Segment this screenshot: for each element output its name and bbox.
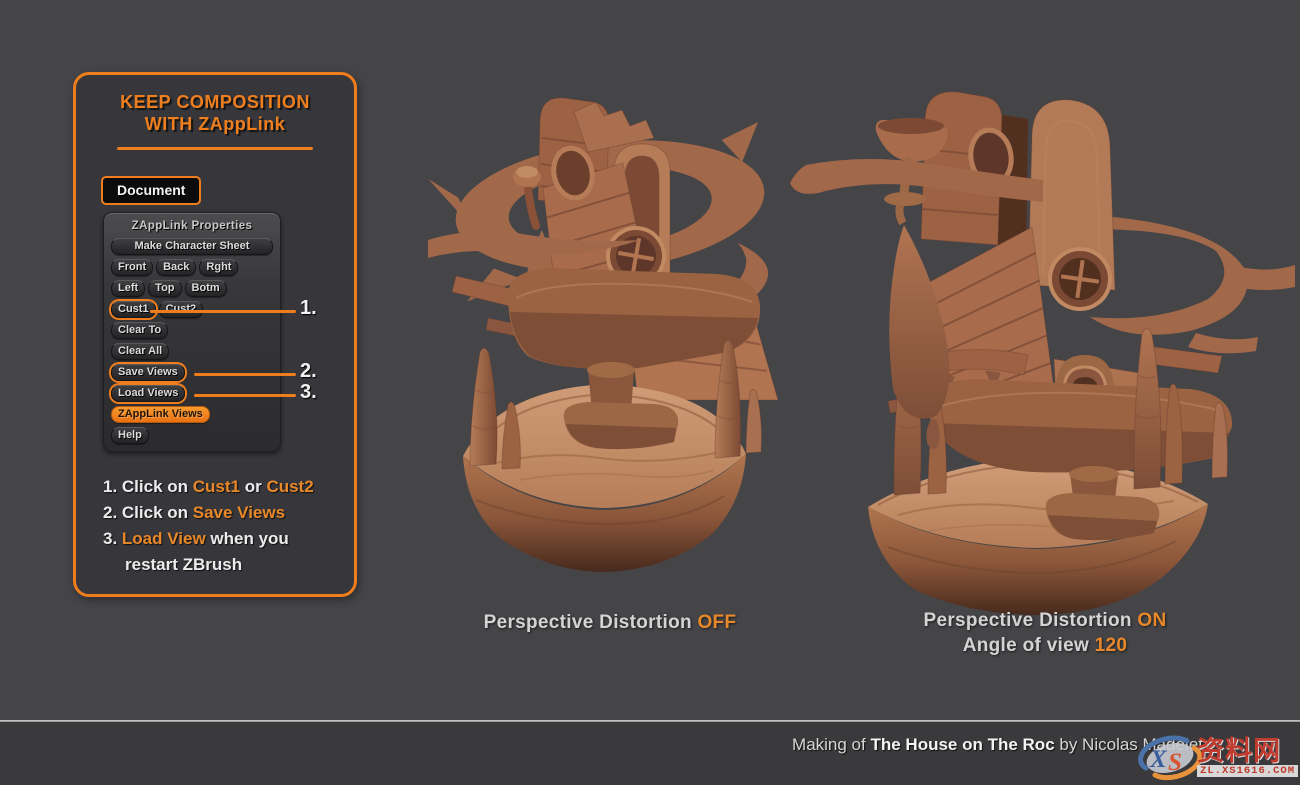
- zapplink-properties-header: ZAppLink Properties: [111, 217, 273, 238]
- annotation-number-1: 1.: [300, 297, 317, 320]
- rock-platform: [928, 379, 1232, 472]
- swirl-ring: [1088, 215, 1295, 353]
- off-value: OFF: [697, 612, 736, 633]
- annotation-number-2: 2.: [300, 360, 317, 383]
- left-button[interactable]: Left: [111, 280, 145, 297]
- load-views-button[interactable]: Load Views: [111, 385, 185, 402]
- sculpt-render-perspective-on: [788, 53, 1295, 620]
- watermark: X S 资料网 ZL.XS1616.COM: [1137, 732, 1298, 782]
- instructions: 1. Click on Cust1 or Cust2 2. Click on S…: [103, 474, 354, 578]
- top-button[interactable]: Top: [148, 280, 181, 297]
- instruction-line-4: restart ZBrush: [103, 552, 354, 578]
- front-button[interactable]: Front: [111, 259, 153, 276]
- watermark-site-url: ZL.XS1616.COM: [1197, 765, 1298, 777]
- zapplink-properties-panel: ZAppLink Properties Make Character Sheet…: [103, 212, 281, 452]
- caption-right-line2: Angle of view 120: [855, 635, 1235, 657]
- back-button[interactable]: Back: [156, 259, 196, 276]
- logo-letter-s: S: [1168, 749, 1182, 776]
- angle-value: 120: [1095, 635, 1128, 656]
- instruction-line-3: 3. Load View when you: [103, 526, 354, 552]
- annotation-number-3: 3.: [300, 381, 317, 404]
- botm-button[interactable]: Botm: [185, 280, 227, 297]
- clear-all-button[interactable]: Clear All: [111, 343, 169, 360]
- caption-perspective-on: Perspective Distortion ON Angle of view …: [855, 610, 1235, 657]
- document-menu-button[interactable]: Document: [101, 176, 201, 205]
- rght-button[interactable]: Rght: [199, 259, 238, 276]
- tutorial-page: KEEP COMPOSITION WITH ZAppLink Document …: [0, 0, 1300, 785]
- zapplink-views-button[interactable]: ZAppLink Views: [111, 406, 210, 423]
- tutorial-panel: KEEP COMPOSITION WITH ZAppLink Document …: [73, 72, 357, 597]
- watermark-site-name: 资料网: [1197, 738, 1281, 764]
- cust1-button[interactable]: Cust1: [111, 301, 156, 318]
- title-divider: [117, 147, 313, 150]
- caption-right-line1: Perspective Distortion ON: [855, 610, 1235, 632]
- on-value: ON: [1137, 610, 1166, 631]
- instruction-line-1: 1. Click on Cust1 or Cust2: [103, 474, 354, 500]
- annotation-line-1: [150, 310, 296, 313]
- sculpt-render-perspective-off: [428, 60, 800, 617]
- xs-logo-icon: X S: [1137, 732, 1203, 782]
- panel-title: KEEP COMPOSITION WITH ZAppLink: [76, 75, 354, 135]
- annotation-line-2: [194, 373, 296, 376]
- make-character-sheet-button[interactable]: Make Character Sheet: [111, 238, 273, 255]
- caption-perspective-off: Perspective Distortion OFF: [430, 612, 790, 634]
- panel-title-line2: WITH ZAppLink: [76, 113, 354, 135]
- clear-to-button[interactable]: Clear To: [111, 322, 168, 339]
- credit-title: The House on The Roc: [870, 735, 1054, 754]
- instruction-line-2: 2. Click on Save Views: [103, 500, 354, 526]
- panel-title-line1: KEEP COMPOSITION: [76, 91, 354, 113]
- logo-letter-x: X: [1149, 746, 1168, 773]
- save-views-button[interactable]: Save Views: [111, 364, 185, 381]
- annotation-line-3: [194, 394, 296, 397]
- help-button[interactable]: Help: [111, 427, 149, 444]
